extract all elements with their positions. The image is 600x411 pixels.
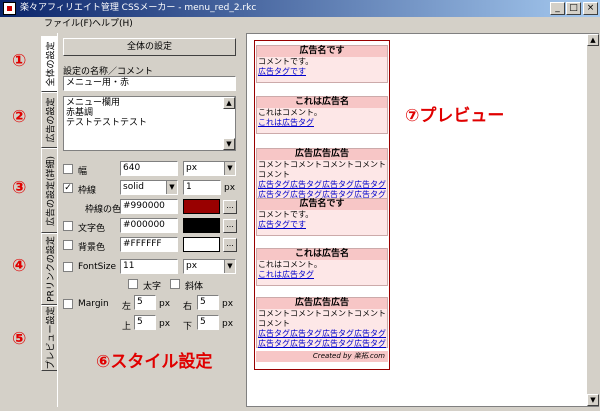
scroll-up-icon[interactable]: ▲ bbox=[223, 97, 235, 109]
text-color-checkbox[interactable] bbox=[63, 221, 73, 231]
italic-checkbox[interactable] bbox=[170, 279, 180, 289]
tab-ad-detail[interactable]: 広告の設定(詳細) bbox=[41, 148, 58, 233]
tab-overall[interactable]: 全体の設定 bbox=[41, 36, 58, 92]
tab-preview-settings[interactable]: プレビュー設定 bbox=[41, 305, 58, 371]
window-title: 楽々アフィリエイト管理 CSSメーカー - menu_red_2.rkc bbox=[20, 3, 257, 13]
preview-ad-6: 広告広告広告 コメントコメントコメントコメント コメント 広告タグ広告タグ広告タ… bbox=[256, 297, 388, 348]
bg-color-swatch bbox=[183, 237, 220, 252]
margin-bottom-field[interactable]: 5 bbox=[197, 315, 219, 330]
border-color-swatch bbox=[183, 199, 220, 214]
menu-file[interactable]: ファイル(F) bbox=[44, 18, 92, 31]
callout-3: ③ bbox=[12, 178, 27, 198]
margin-top-field[interactable]: 5 bbox=[134, 315, 156, 330]
comment-field[interactable]: メニュー欄用 赤基調 テストテストテスト ▲ ▼ bbox=[63, 96, 236, 151]
fontsize-unit-select[interactable]: px ▼ bbox=[183, 259, 236, 274]
callout-2: ② bbox=[12, 107, 27, 127]
border-label: 枠線 bbox=[78, 186, 97, 196]
callout-4: ④ bbox=[12, 256, 27, 276]
border-style-select[interactable]: solid ▼ bbox=[120, 180, 178, 195]
width-unit-select[interactable]: px ▼ bbox=[183, 161, 236, 176]
border-color-picker-button[interactable]: ... bbox=[223, 200, 237, 214]
callout-6-style-settings: ⑥スタイル設定 bbox=[96, 352, 213, 372]
menu-bar: ファイル(F) ヘルプ(H) bbox=[0, 17, 600, 32]
fontsize-checkbox[interactable] bbox=[63, 262, 73, 272]
preview-ad-3: 広告広告広告 コメントコメントコメントコメント コメント 広告タグ広告タグ広告タ… bbox=[256, 148, 388, 199]
preview-scrollbar[interactable] bbox=[587, 46, 599, 394]
menu-help[interactable]: ヘルプ(H) bbox=[92, 18, 133, 31]
dropdown-arrow-icon: ▼ bbox=[224, 260, 235, 273]
margin-label: Margin bbox=[78, 299, 109, 309]
name-field[interactable]: メニュー用・赤 bbox=[63, 76, 236, 91]
bg-color-field[interactable]: #FFFFFF bbox=[120, 237, 178, 252]
preview-ad-1: 広告名です コメントです。 広告タグです bbox=[256, 45, 388, 83]
margin-top-label: 上 bbox=[122, 322, 132, 332]
width-field[interactable]: 640 bbox=[120, 161, 178, 176]
settings-panel: 全体の設定 設定の名称／コメント メニュー用・赤 メニュー欄用 赤基調 テストテ… bbox=[57, 33, 241, 407]
app-window: 楽々アフィリエイト管理 CSSメーカー - menu_red_2.rkc _ □… bbox=[0, 0, 600, 411]
width-checkbox[interactable] bbox=[63, 164, 73, 174]
scroll-down-icon[interactable]: ▼ bbox=[587, 394, 599, 406]
fontsize-field[interactable]: 11 bbox=[120, 259, 178, 274]
fontsize-label: FontSize bbox=[78, 262, 117, 272]
dropdown-arrow-icon: ▼ bbox=[166, 181, 177, 194]
callout-5: ⑤ bbox=[12, 329, 27, 349]
text-color-picker-button[interactable]: ... bbox=[223, 219, 237, 233]
tab-pr-link[interactable]: PRリンクの設定 bbox=[41, 233, 58, 305]
text-color-label: 文字色 bbox=[78, 224, 106, 234]
margin-left-field[interactable]: 5 bbox=[134, 295, 156, 310]
minimize-button[interactable]: _ bbox=[550, 2, 565, 15]
bg-color-label: 背景色 bbox=[78, 243, 106, 253]
preview-ad-2: これは広告名 これはコメント。 これは広告タグ bbox=[256, 96, 388, 134]
tab-ad[interactable]: 広告の設定 bbox=[41, 92, 58, 148]
margin-left-label: 左 bbox=[122, 302, 132, 312]
bold-checkbox[interactable] bbox=[128, 279, 138, 289]
preview-credit: Created by 楽拓.com bbox=[256, 351, 388, 362]
border-size-field[interactable]: 1 bbox=[183, 180, 221, 195]
overall-settings-button[interactable]: 全体の設定 bbox=[63, 38, 236, 56]
callout-7-preview: ⑦プレビュー bbox=[405, 106, 505, 126]
dropdown-arrow-icon: ▼ bbox=[224, 162, 235, 175]
text-color-field[interactable]: #000000 bbox=[120, 218, 178, 233]
preview-ad-4: 広告名です コメントです。 広告タグです bbox=[256, 198, 388, 236]
margin-left-unit: px bbox=[159, 299, 171, 309]
margin-bottom-unit: px bbox=[222, 319, 234, 329]
title-bar: 楽々アフィリエイト管理 CSSメーカー - menu_red_2.rkc _ □… bbox=[0, 0, 600, 17]
text-color-swatch bbox=[183, 218, 220, 233]
callout-1: ① bbox=[12, 51, 27, 71]
width-label: 幅 bbox=[78, 167, 88, 177]
italic-label: 斜体 bbox=[185, 282, 204, 292]
close-button[interactable]: × bbox=[583, 2, 598, 15]
margin-checkbox[interactable] bbox=[63, 299, 73, 309]
border-unit-label: px bbox=[224, 183, 236, 193]
border-checkbox[interactable]: ✓ bbox=[63, 183, 73, 193]
bold-label: 太字 bbox=[143, 282, 162, 292]
margin-top-unit: px bbox=[159, 319, 171, 329]
margin-right-label: 右 bbox=[183, 302, 193, 312]
border-color-field[interactable]: #990000 bbox=[120, 199, 178, 214]
scroll-down-icon[interactable]: ▼ bbox=[223, 138, 235, 150]
margin-bottom-label: 下 bbox=[183, 322, 193, 332]
preview-ad-5: これは広告名 これはコメント。 これは広告タグ bbox=[256, 248, 388, 286]
app-icon bbox=[3, 2, 16, 15]
bg-color-picker-button[interactable]: ... bbox=[223, 238, 237, 252]
margin-right-unit: px bbox=[222, 299, 234, 309]
margin-right-field[interactable]: 5 bbox=[197, 295, 219, 310]
bg-color-checkbox[interactable] bbox=[63, 240, 73, 250]
border-color-label: 枠線の色 bbox=[85, 205, 122, 215]
scroll-up-icon[interactable]: ▲ bbox=[587, 34, 599, 46]
maximize-button[interactable]: □ bbox=[566, 2, 581, 15]
